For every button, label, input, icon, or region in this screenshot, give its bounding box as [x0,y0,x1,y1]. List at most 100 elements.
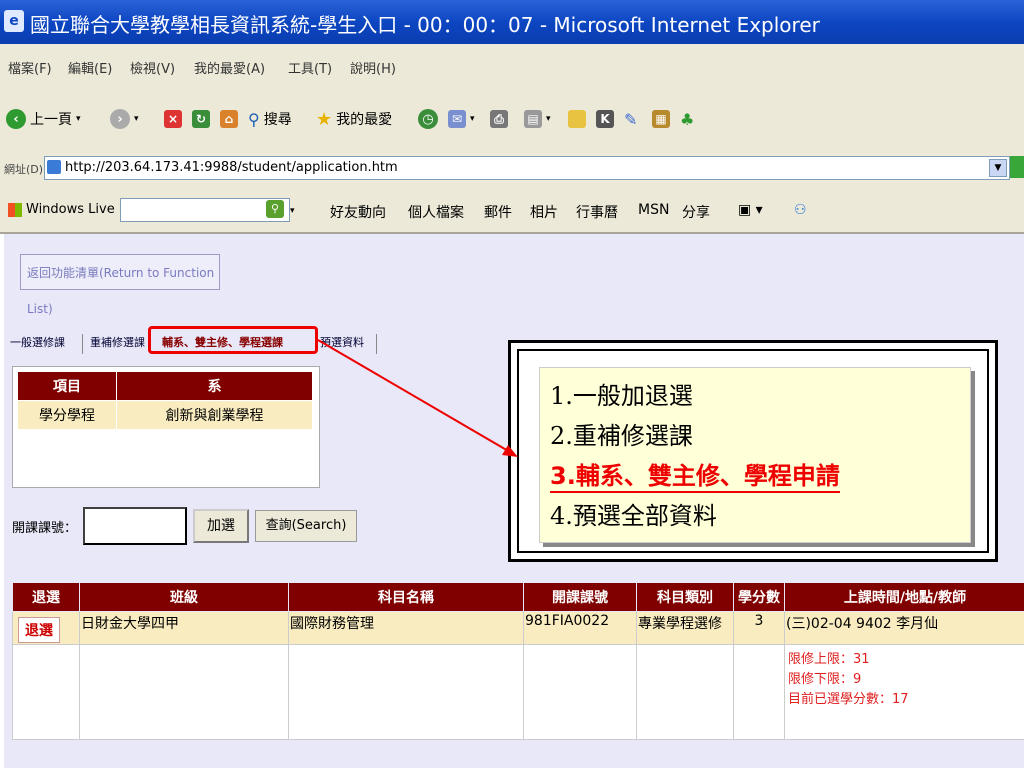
history-button[interactable]: ◷ [418,106,438,132]
column-header: 班級 [79,582,289,612]
research-icon: ▦ [652,110,670,128]
edit-icon: ▤ [524,110,542,128]
windows-flag-icon [8,202,22,217]
enrolled-courses-table: 退選 班級 科目名稱 開課課號 科目類別 學分數 上課時間/地點/教師 退選 日… [12,582,1024,740]
stop-icon: × [164,110,182,128]
go-button[interactable] [1010,156,1024,178]
pen-button[interactable]: ✎ [624,106,637,132]
column-header: 科目名稱 [288,582,524,612]
live-search-input[interactable] [120,198,290,222]
live-link-share[interactable]: 分享 [682,202,710,222]
stop-button[interactable]: × [164,106,182,132]
mail-button[interactable]: ✉ ▾ [448,106,475,132]
k-icon: K [596,110,614,128]
star-icon: ★ [316,108,333,130]
menu-bar: 檔案(F) 編輯(E) 檢視(V) 我的最愛(A) 工具(T) 說明(H) [0,44,1024,89]
highlight-box [148,326,318,354]
live-link-mail[interactable]: 郵件 [484,202,512,222]
column-header: 學分數 [733,582,785,612]
callout-item-highlighted: 3.輔系、雙主修、學程申請 [550,456,840,493]
callout-inner-border: 1.一般加退選 2.重補修選課 3.輔系、雙主修、學程申請 4.預選全部資料 [517,349,989,553]
max-credits: 限修上限：31 [788,652,870,667]
chevron-down-icon: ▾ [134,114,139,124]
address-url[interactable]: http://203.64.173.41:9988/student/applic… [65,160,398,175]
chevron-down-icon[interactable]: ▼ [989,159,1007,177]
edit-button[interactable]: ▤ ▾ [524,106,551,132]
home-button[interactable]: ⌂ [220,106,238,132]
home-icon: ⌂ [220,110,238,128]
chevron-down-icon[interactable]: ▾ [290,206,295,216]
callout-item: 4.預選全部資料 [550,502,717,530]
course-code-input[interactable] [83,507,188,545]
live-link-photos[interactable]: 相片 [530,202,558,222]
tab-remedial[interactable]: 重補修選課 [90,334,145,350]
column-header: 開課課號 [523,582,637,612]
course-add-row: 開課課號： 加選 查詢(Search) [12,507,358,545]
chevron-down-icon: ▾ [470,114,475,124]
back-arrow-icon: ‹ [6,109,26,129]
credit-limits: 限修上限：31 限修下限：9 目前已選學分數：17 [786,646,1024,714]
k-button[interactable]: K [596,106,614,132]
mail-icon: ✉ [448,110,466,128]
search-course-button[interactable]: 查詢(Search) [255,510,358,542]
tab-separator [376,334,377,354]
live-search-button[interactable]: ⚲ [266,200,284,218]
address-input[interactable]: http://203.64.173.41:9988/student/applic… [44,156,1010,180]
table-cell: 專業學程選修 [636,611,734,645]
column-header: 科目類別 [636,582,734,612]
column-header: 項目 [17,371,117,401]
table-row: 退選 日財金大學四甲 國際財務管理 981FIA0022 專業學程選修 3 (三… [12,611,1024,645]
menu-help[interactable]: 說明(H) [350,58,396,77]
live-link-friends[interactable]: 好友動向 [330,202,386,222]
table-cell: 日財金大學四甲 [79,611,289,645]
table-cell: (三)02-04 9402 李月仙 [784,611,1024,645]
refresh-button[interactable]: ↻ [192,106,210,132]
history-icon: ◷ [418,109,438,129]
favorites-button[interactable]: ★ 我的最愛 [316,106,392,132]
back-button[interactable]: ‹ 上一頁 ▾ [6,106,81,132]
tab-general-elective[interactable]: 一般選修課 [10,334,65,350]
table-cell: 學分學程 [17,400,117,430]
print-button[interactable]: ⎙ [490,106,508,132]
live-link-calendar[interactable]: 行事曆 [576,202,618,222]
address-label: 網址(D) [4,163,44,176]
windows-live-toolbar: Windows Live ⚲ ▾ 好友動向 個人檔案 郵件 相片 行事曆 MSN… [0,188,1024,234]
messenger-button[interactable]: ♣ [680,106,694,132]
menu-favorites[interactable]: 我的最愛(A) [194,58,265,77]
people-icon[interactable]: ⚇ [794,202,807,218]
min-credits: 限修下限：9 [788,672,862,687]
research-button[interactable]: ▦ [652,106,670,132]
menu-edit[interactable]: 編輯(E) [68,58,112,77]
course-code-label: 開課課號： [12,520,78,536]
window-title: 國立聯合大學教學相長資訊系統-學生入口 - 00：00：07 - Microso… [30,13,820,37]
messenger-icon: ♣ [680,109,695,129]
table-cell: 3 [733,611,785,645]
chevron-down-icon: ▾ [76,114,81,124]
drop-course-button[interactable]: 退選 [18,617,60,643]
menu-tools[interactable]: 工具(T) [288,58,332,77]
callout-item: 1.一般加退選 [550,382,693,410]
forward-button[interactable]: › ▾ [110,106,139,132]
menu-file[interactable]: 檔案(F) [8,58,52,77]
table-cell: 981FIA0022 [523,611,637,645]
chevron-down-icon: ▾ [546,114,551,124]
tab-preselection[interactable]: 預選資料 [320,334,374,350]
live-link-profile[interactable]: 個人檔案 [408,202,464,222]
tab-separator [82,334,83,354]
search-button-toolbar[interactable]: ⚲ 搜尋 [248,106,292,132]
table-row: 學分學程 創新與創業學程 [17,400,313,430]
standard-toolbar: ‹ 上一頁 ▾ › ▾ × ↻ ⌂ ⚲ 搜尋 ★ 我的最愛 ◷ ✉ ▾ ⎙ ▤ ▾ K ✎ ▦… [0,88,1024,149]
column-header: 退選 [12,582,80,612]
add-course-button[interactable]: 加選 [193,509,250,543]
folder-icon [568,110,586,128]
folder-button[interactable] [568,106,586,132]
menu-view[interactable]: 檢視(V) [130,58,175,77]
return-to-function-list-button[interactable]: 返回功能清單(Return to Function List) [20,254,220,316]
pen-icon: ✎ [624,109,638,129]
address-bar: 網址(D) http://203.64.173.41:9988/student/… [0,148,1024,189]
windows-live-logo[interactable]: Windows Live [8,202,115,217]
forward-arrow-icon: › [110,109,130,129]
live-link-msn[interactable]: MSN [638,202,669,218]
table-cell: 創新與創業學程 [116,400,313,430]
more-icon[interactable]: ▣ ▾ [738,202,763,218]
